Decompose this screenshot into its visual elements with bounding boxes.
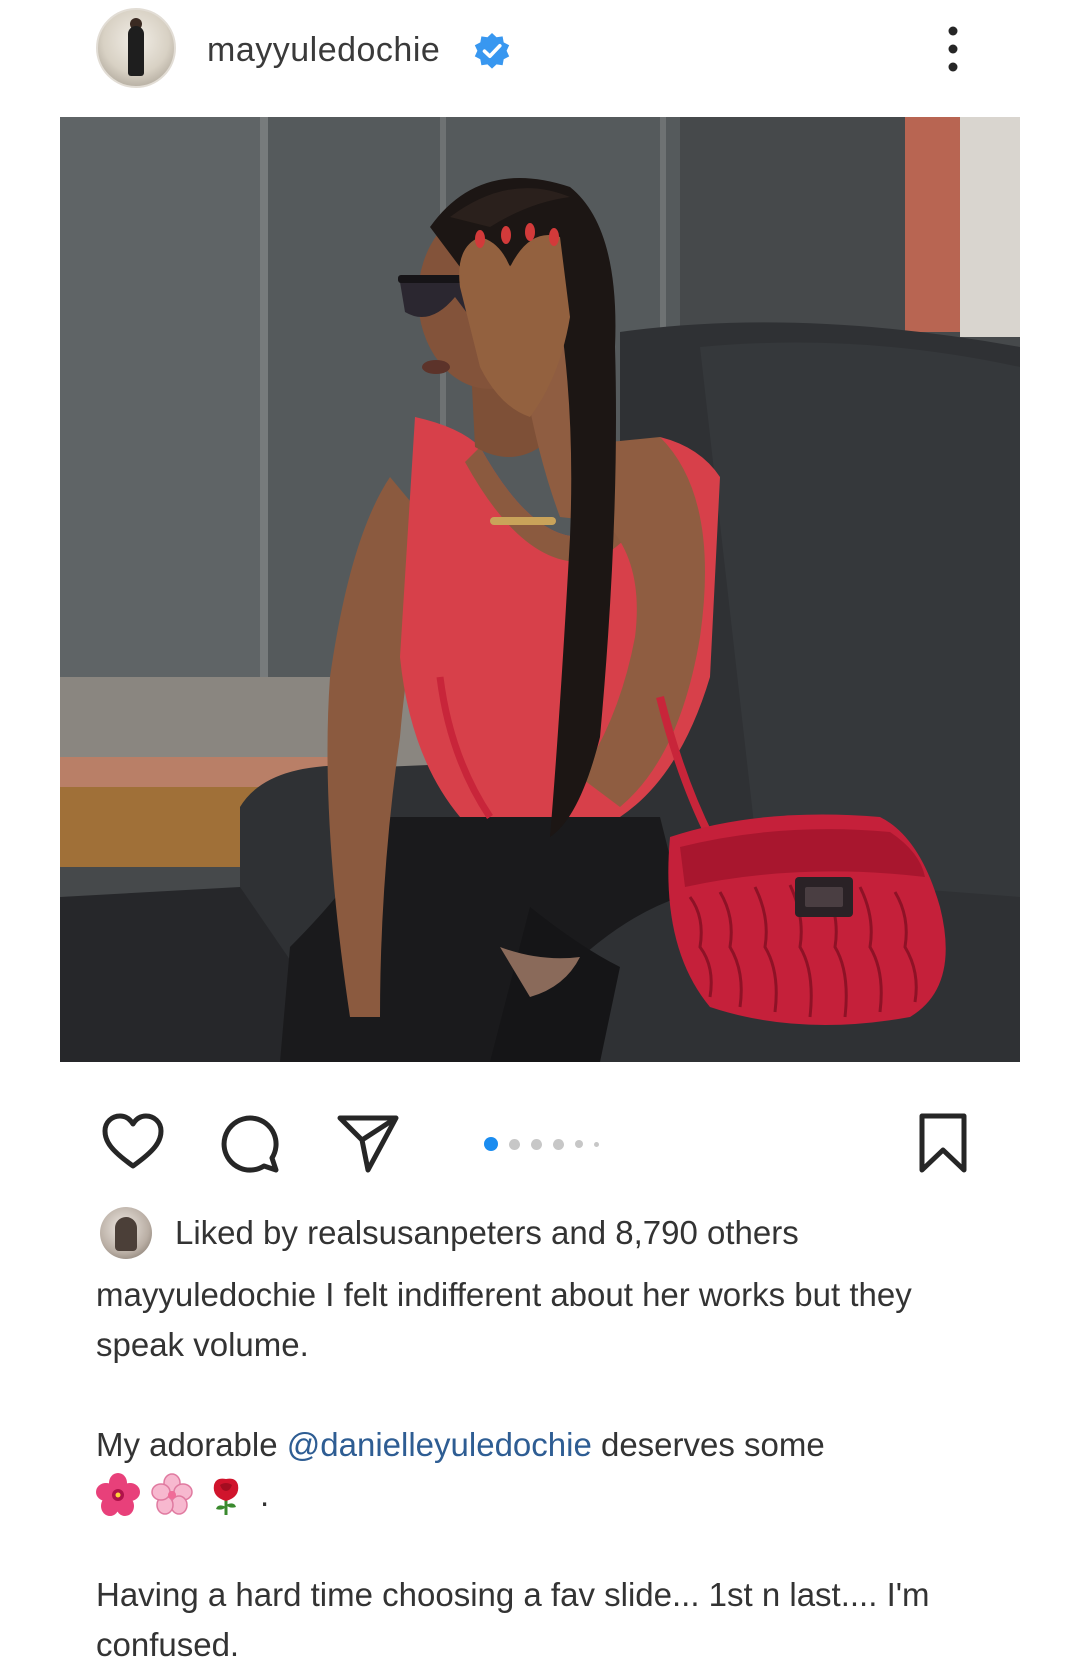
caption-text-2-prefix: My adorable (96, 1426, 287, 1463)
caption-paragraph-2: My adorable @danielleyuledochie deserves… (96, 1420, 996, 1470)
carousel-dot (509, 1138, 520, 1150)
rose-emoji (213, 1478, 239, 1515)
caption-mention-link[interactable]: @danielleyuledochie (287, 1426, 592, 1463)
heart-icon[interactable] (100, 1110, 166, 1176)
bookmark-icon[interactable] (910, 1110, 976, 1176)
carousel-dot-active (484, 1137, 498, 1151)
carousel-dot (594, 1141, 599, 1147)
caption-text-2-suffix: deserves some (591, 1426, 825, 1463)
post-caption: mayyuledochie I felt indifferent about h… (96, 1270, 996, 1670)
photo-illustration (60, 117, 1020, 1062)
caption-paragraph-1: mayyuledochie I felt indifferent about h… (96, 1270, 996, 1370)
carousel-dot (531, 1138, 542, 1150)
post-header: mayyuledochie (0, 0, 1080, 100)
profile-avatar[interactable] (96, 8, 176, 88)
avatar-figure (128, 26, 144, 76)
post-action-bar (0, 1100, 1080, 1180)
caption-emoji-row: . (96, 1470, 996, 1520)
cherry-blossom-emoji (151, 1473, 193, 1515)
caption-username[interactable]: mayyuledochie (96, 1276, 316, 1313)
liker-avatar[interactable] (100, 1207, 152, 1259)
post-photo[interactable] (60, 117, 1020, 1062)
post-username[interactable]: mayyuledochie (207, 30, 440, 70)
caption-emoji-trail: . (260, 1476, 270, 1513)
verified-badge-icon (474, 33, 510, 69)
likes-row: Liked by realsusanpeters and 8,790 other… (0, 1203, 1080, 1259)
paper-plane-icon[interactable] (334, 1110, 400, 1176)
hibiscus-emoji (96, 1473, 140, 1516)
more-vertical-icon[interactable] (946, 24, 960, 74)
caption-paragraph-3: Having a hard time choosing a fav slide.… (96, 1576, 930, 1663)
carousel-dot (553, 1138, 564, 1150)
carousel-indicator (484, 1136, 610, 1152)
likes-count-text[interactable]: Liked by realsusanpeters and 8,790 other… (175, 1213, 799, 1253)
carousel-dot (575, 1140, 583, 1148)
comment-bubble-icon[interactable] (218, 1110, 284, 1176)
